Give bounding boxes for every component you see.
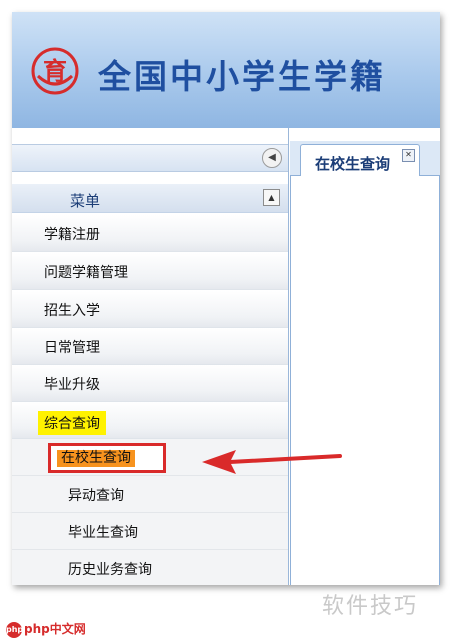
up-arrow-icon[interactable]: ▲ <box>263 189 280 206</box>
selection-highlight-box: 在校生查询 <box>48 443 166 473</box>
watermark-right: 软件技巧 <box>322 594 419 619</box>
sub-item-history-query[interactable]: 历史业务查询 <box>12 550 288 585</box>
tab-panel <box>290 176 440 585</box>
circle-left-arrow-icon[interactable]: ◀ <box>262 148 282 168</box>
menu-header[interactable]: 菜单 ▲ <box>12 184 288 213</box>
sidebar-collapse-bar: ◀ <box>12 144 288 172</box>
sub-item-graduate-query[interactable]: 毕业生查询 <box>12 513 288 550</box>
header-banner: 育 全国中小学生学籍 <box>12 12 440 128</box>
sidebar-item-comprehensive-query[interactable]: 综合查询 <box>12 402 288 439</box>
tab-label: 在校生查询 <box>315 155 391 173</box>
sidebar-item-student-registration[interactable]: 学籍注册 <box>12 215 288 252</box>
php-badge-icon: php <box>6 621 23 638</box>
logo-icon: 育 <box>31 47 79 95</box>
menu-title: 菜单 <box>70 192 101 210</box>
sidebar: ◀ 菜单 ▲ 学籍注册 问题学籍管理 招生入学 日常管理 毕业升级 综合查询 在… <box>12 128 289 585</box>
watermark-left: phpphp中文网 <box>6 620 86 638</box>
sidebar-item-graduation-promotion[interactable]: 毕业升级 <box>12 365 288 402</box>
watermark-left-text: php中文网 <box>24 622 86 636</box>
tab-strip: 在校生查询 ✕ <box>290 141 440 176</box>
sidebar-item-label: 问题学籍管理 <box>44 265 128 281</box>
sub-item-transfer-query[interactable]: 异动查询 <box>12 476 288 513</box>
sidebar-item-label: 毕业升级 <box>44 377 100 393</box>
tab-current-students[interactable]: 在校生查询 ✕ <box>300 144 420 176</box>
sidebar-item-label: 学籍注册 <box>44 227 100 243</box>
sub-item-label: 历史业务查询 <box>68 562 152 578</box>
sidebar-item-daily-management[interactable]: 日常管理 <box>12 328 288 365</box>
annotation-arrow <box>202 450 342 474</box>
sidebar-item-enrollment[interactable]: 招生入学 <box>12 291 288 328</box>
sub-item-label: 异动查询 <box>68 488 124 504</box>
sidebar-item-label: 招生入学 <box>44 303 100 319</box>
svg-text:育: 育 <box>43 57 67 85</box>
sidebar-item-problem-records[interactable]: 问题学籍管理 <box>12 253 288 290</box>
sidebar-item-label: 综合查询 <box>38 411 106 435</box>
sub-item-label: 毕业生查询 <box>68 525 138 541</box>
app-title: 全国中小学生学籍 <box>98 57 386 96</box>
content-area: 在校生查询 ✕ <box>290 128 440 585</box>
sidebar-item-label: 日常管理 <box>44 340 100 356</box>
sub-item-label: 在校生查询 <box>57 450 135 467</box>
app-window: 育 全国中小学生学籍 ◀ 菜单 ▲ 学籍注册 问题学籍管理 招生入学 日常管理 … <box>12 12 440 585</box>
close-icon[interactable]: ✕ <box>402 149 415 162</box>
